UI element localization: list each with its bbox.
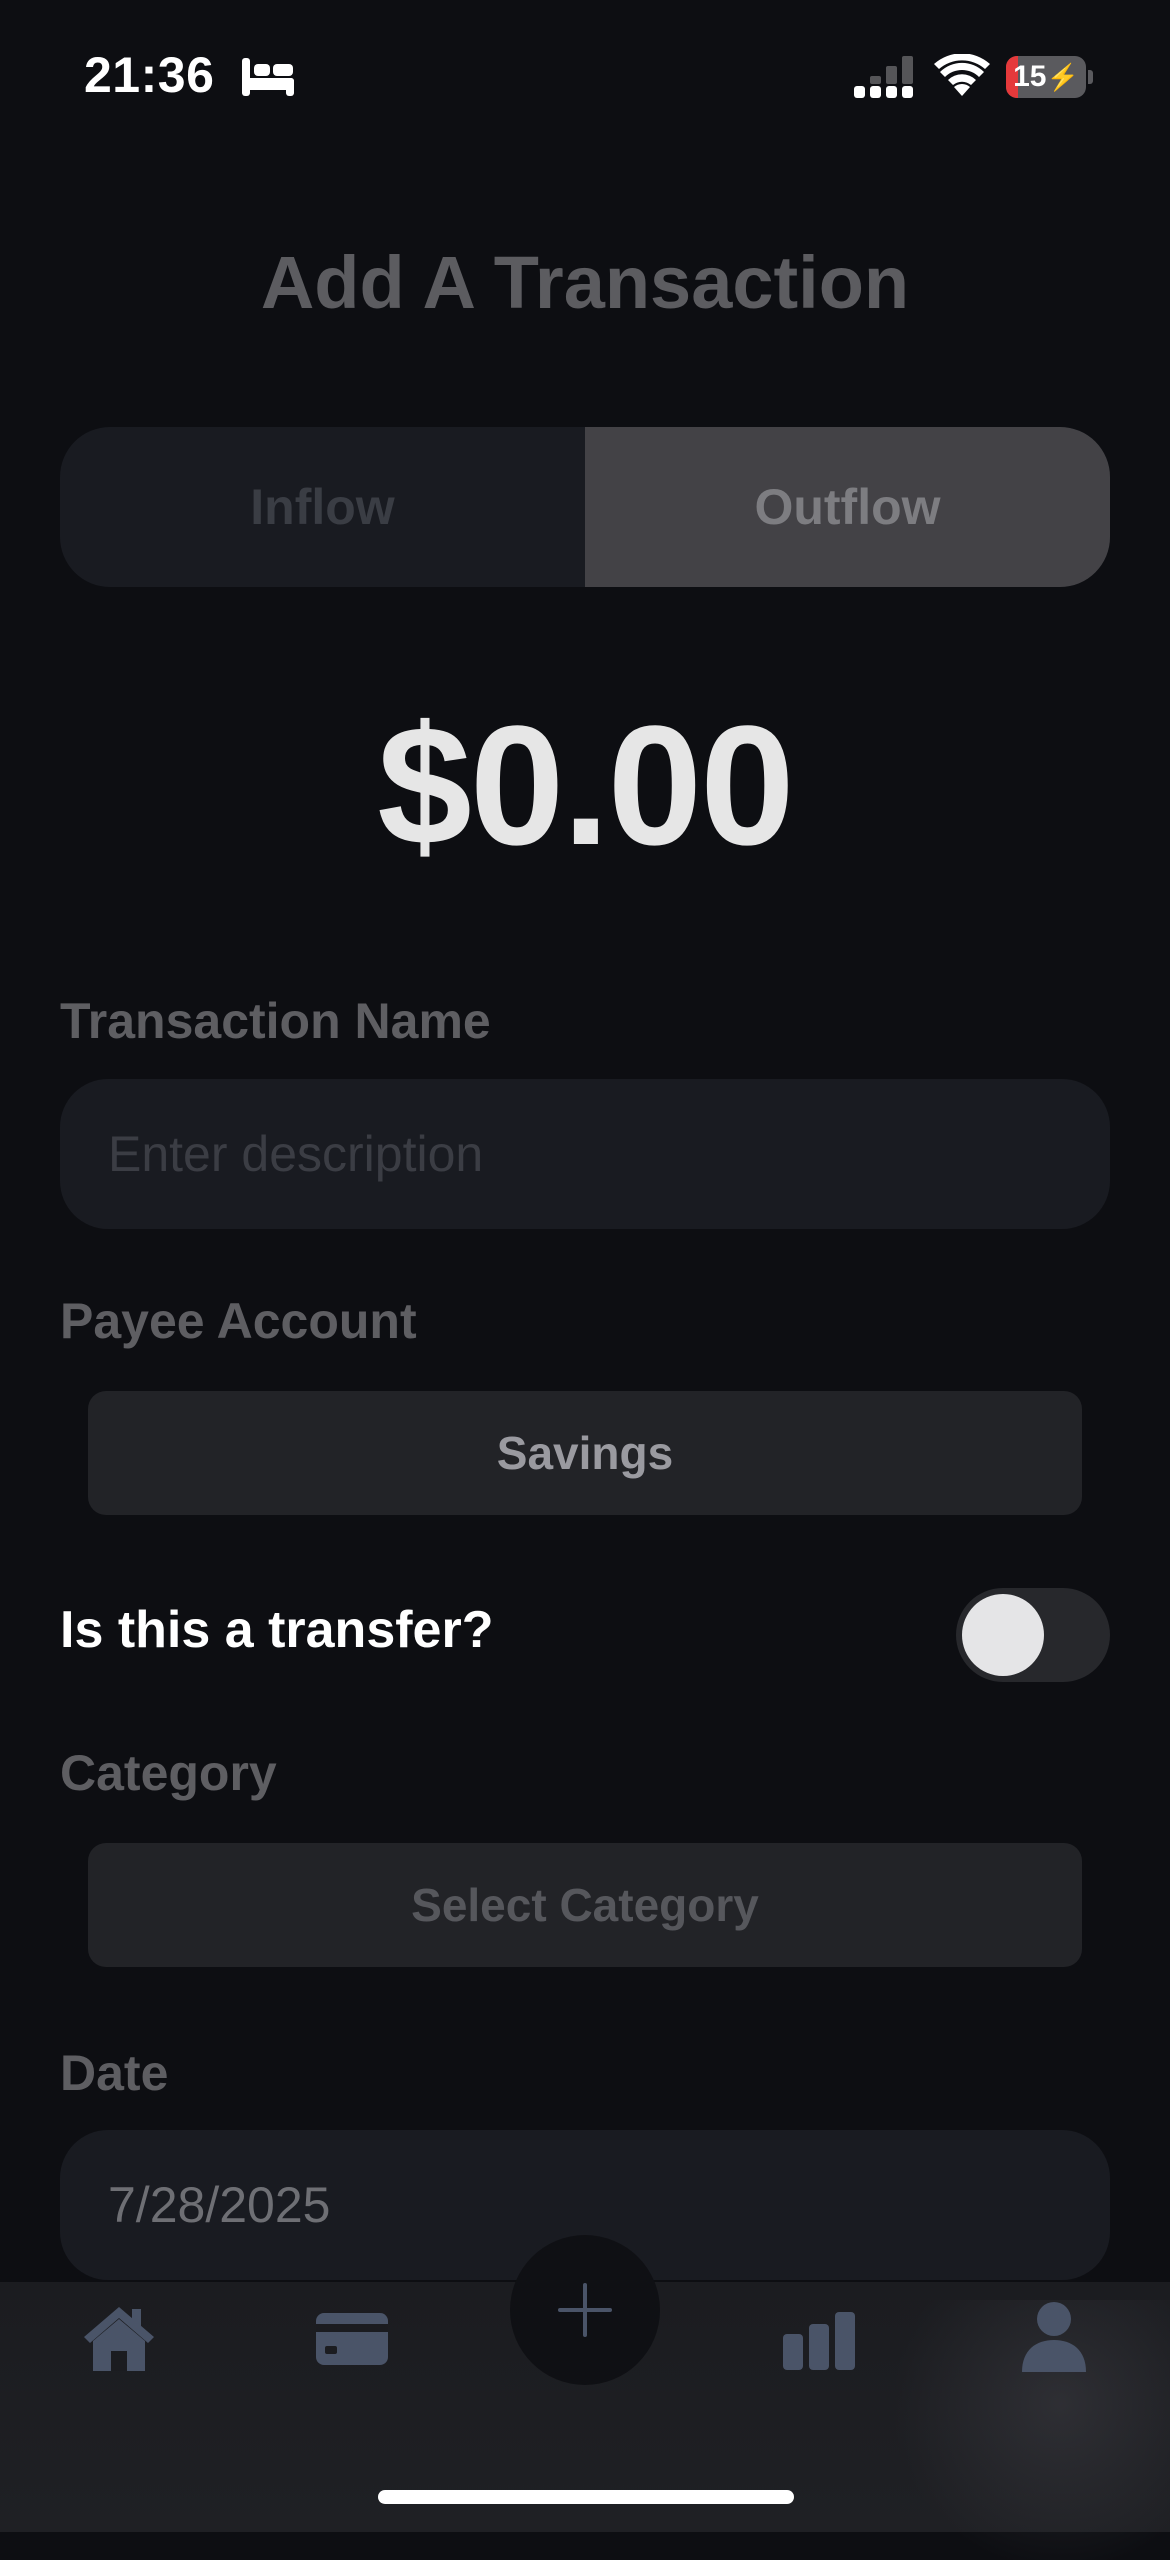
bar-chart-icon[interactable] (782, 2310, 856, 2370)
category-label: Category (60, 1745, 277, 1801)
home-icon[interactable] (82, 2305, 156, 2373)
date-value: 7/28/2025 (108, 2177, 331, 2233)
add-transaction-button[interactable] (510, 2235, 660, 2385)
transfer-label: Is this a transfer? (60, 1601, 494, 1659)
transaction-name-placeholder: Enter description (108, 1126, 484, 1182)
flow-segmented-control: Inflow Outflow (60, 427, 1110, 587)
cellular-signal-icon (854, 56, 913, 98)
profile-icon[interactable] (1020, 2300, 1088, 2372)
status-bar: 21:36 15 ⚡ (0, 0, 1170, 150)
credit-card-icon[interactable] (315, 2312, 389, 2366)
inflow-tab[interactable]: Inflow (60, 427, 585, 587)
amount-display[interactable]: $0.00 (0, 688, 1170, 884)
bed-icon (242, 58, 294, 96)
status-time: 21:36 (84, 47, 215, 103)
transaction-name-label: Transaction Name (60, 993, 491, 1049)
outflow-tab[interactable]: Outflow (585, 427, 1110, 587)
category-picker[interactable]: Select Category (88, 1843, 1082, 1967)
page-title: Add A Transaction (260, 241, 910, 324)
payee-account-label: Payee Account (60, 1293, 417, 1349)
battery-charging-icon: 15 ⚡ (1006, 56, 1093, 98)
add-icon (558, 2283, 612, 2337)
battery-level: 15 (1013, 60, 1047, 93)
wifi-icon (934, 54, 990, 96)
home-indicator (378, 2490, 794, 2504)
payee-account-picker[interactable]: Savings (88, 1391, 1082, 1515)
transaction-name-field[interactable]: Enter description (60, 1079, 1110, 1229)
toggle-knob (962, 1594, 1044, 1676)
date-label: Date (60, 2045, 169, 2101)
transfer-toggle[interactable] (956, 1588, 1110, 1682)
